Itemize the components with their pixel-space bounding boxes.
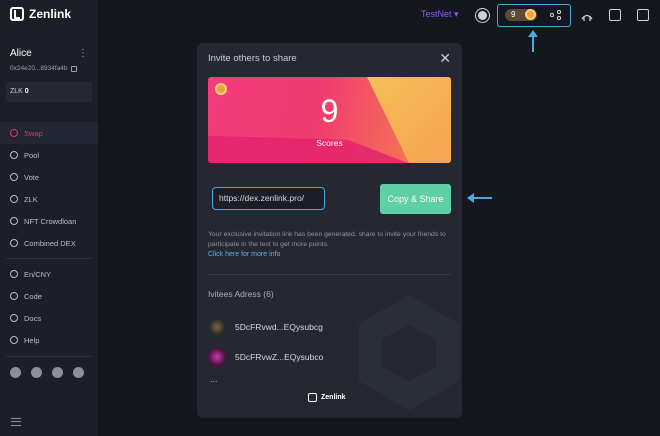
invitees-label: Ivitees Adress <box>208 289 261 299</box>
sidebar-item-label: Combined DEX <box>24 238 76 248</box>
account-panel: Alice ⋮ 0x24e20...8934fa4b <box>10 48 92 72</box>
sidebar-item-docs[interactable]: Docs <box>0 307 98 329</box>
app-logo[interactable]: Zenlink <box>10 7 71 21</box>
sidebar-item-help[interactable]: Help <box>0 329 98 351</box>
vote-icon <box>10 173 18 181</box>
copy-share-button[interactable]: Copy & Share <box>380 184 451 214</box>
account-address-row: 0x24e20...8934fa4b <box>10 65 92 72</box>
zlk-label: ZLK <box>10 88 23 95</box>
highlight-arrow-left <box>467 193 492 203</box>
score-chip-value: 9 <box>511 10 516 19</box>
medium-icon[interactable] <box>10 367 21 378</box>
sidebar-item-zlk[interactable]: ZLK <box>0 188 98 210</box>
sidebar-item-label: ZLK <box>24 194 38 204</box>
footer-logo-text: Zenlink <box>321 394 346 401</box>
discord-icon[interactable] <box>52 367 63 378</box>
sidebar-item-language[interactable]: En/CNY <box>0 263 98 285</box>
footer-logo: Zenlink <box>308 393 346 402</box>
sidebar-item-label: Code <box>24 291 42 301</box>
zlk-balance: ZLK 0 <box>6 82 92 102</box>
zenlink-logo-icon <box>308 393 317 402</box>
invitees-heading: Ivitees Adress (6) <box>208 289 274 299</box>
help-icon <box>10 336 18 344</box>
score-card: 9 Scores <box>208 77 451 163</box>
wallet-icon[interactable] <box>609 9 621 21</box>
avatar <box>208 318 226 336</box>
invite-link-field[interactable]: https://dex.zenlink.pro/ <box>212 187 325 210</box>
sidebar-item-vote[interactable]: Vote <box>0 166 98 188</box>
sidebar-item-label: Pool <box>24 150 40 160</box>
more-invitees: ... <box>210 374 218 384</box>
network-selector[interactable]: TestNet ▾ <box>421 9 459 20</box>
sidebar-item-label: Docs <box>24 313 42 323</box>
modal-title: Invite others to share <box>208 53 297 64</box>
medal-icon <box>525 9 536 20</box>
network-label: TestNet <box>421 9 452 19</box>
share-icon[interactable] <box>550 10 562 20</box>
invitees-count: (6) <box>263 289 274 299</box>
app-logo-text: Zenlink <box>29 7 72 21</box>
sidebar-item-combined-dex[interactable]: Combined DEX <box>0 232 98 254</box>
sidebar-item-swap[interactable]: Swap <box>0 122 98 144</box>
score-share-widget[interactable]: 9 <box>497 4 571 27</box>
sidebar-divider <box>6 258 92 259</box>
sidebar-item-label: Help <box>24 335 40 345</box>
account-address: 0x24e20...8934fa4b <box>10 65 68 72</box>
invite-modal: Invite others to share ✕ 9 Scores https:… <box>197 43 462 418</box>
sidebar-item-label: Swap <box>24 128 43 138</box>
invite-info-text: Your exclusive invitation link has been … <box>208 231 446 248</box>
nft-icon <box>10 217 18 225</box>
settings-icon[interactable] <box>637 9 649 21</box>
zlk-icon <box>10 195 18 203</box>
score-value: 9 <box>320 93 339 129</box>
close-icon[interactable]: ✕ <box>439 51 451 65</box>
globe-icon <box>10 270 18 278</box>
sidebar-divider <box>6 356 92 357</box>
zlk-value: 0 <box>24 88 29 95</box>
list-item: 5DcFRvwd...EQysubcg <box>208 318 323 336</box>
pool-icon <box>10 151 18 159</box>
bridge-icon[interactable] <box>581 9 593 21</box>
list-item: 5DcFRvwZ...EQysubco <box>208 348 323 366</box>
score-chip[interactable]: 9 <box>505 9 537 21</box>
zenlink-logo-icon <box>10 7 24 21</box>
sidebar-item-label: Vote <box>24 172 40 182</box>
social-links <box>10 367 84 378</box>
score-label: Scores <box>316 138 343 148</box>
sidebar-item-nft-crowdloan[interactable]: NFT Crowdloan <box>0 210 98 232</box>
sidebar-item-code[interactable]: Code <box>0 285 98 307</box>
sidebar-item-label: NFT Crowdloan <box>24 216 77 226</box>
docs-icon <box>10 314 18 322</box>
twitter-icon[interactable] <box>31 367 42 378</box>
invitee-address: 5DcFRvwd...EQysubcg <box>235 322 323 332</box>
sidebar-item-pool[interactable]: Pool <box>0 144 98 166</box>
sidebar-item-label: En/CNY <box>24 269 52 279</box>
code-icon <box>10 292 18 300</box>
copy-icon[interactable] <box>71 65 78 72</box>
sidebar: Zenlink Alice ⋮ 0x24e20...8934fa4b ZLK 0… <box>0 0 98 436</box>
avatar <box>208 348 226 366</box>
telegram-icon[interactable] <box>73 367 84 378</box>
modal-divider <box>208 274 451 275</box>
more-options-icon[interactable]: ⋮ <box>78 48 88 59</box>
dex-icon <box>10 239 18 247</box>
more-info-link[interactable]: Click here for more info <box>208 251 280 258</box>
sun-icon[interactable] <box>478 11 487 20</box>
invitee-address: 5DcFRvwZ...EQysubco <box>235 352 324 362</box>
chevron-down-icon: ▾ <box>451 9 459 19</box>
highlight-arrow-up <box>528 30 538 52</box>
swap-icon <box>10 129 18 137</box>
collapse-sidebar-icon[interactable] <box>11 418 21 426</box>
